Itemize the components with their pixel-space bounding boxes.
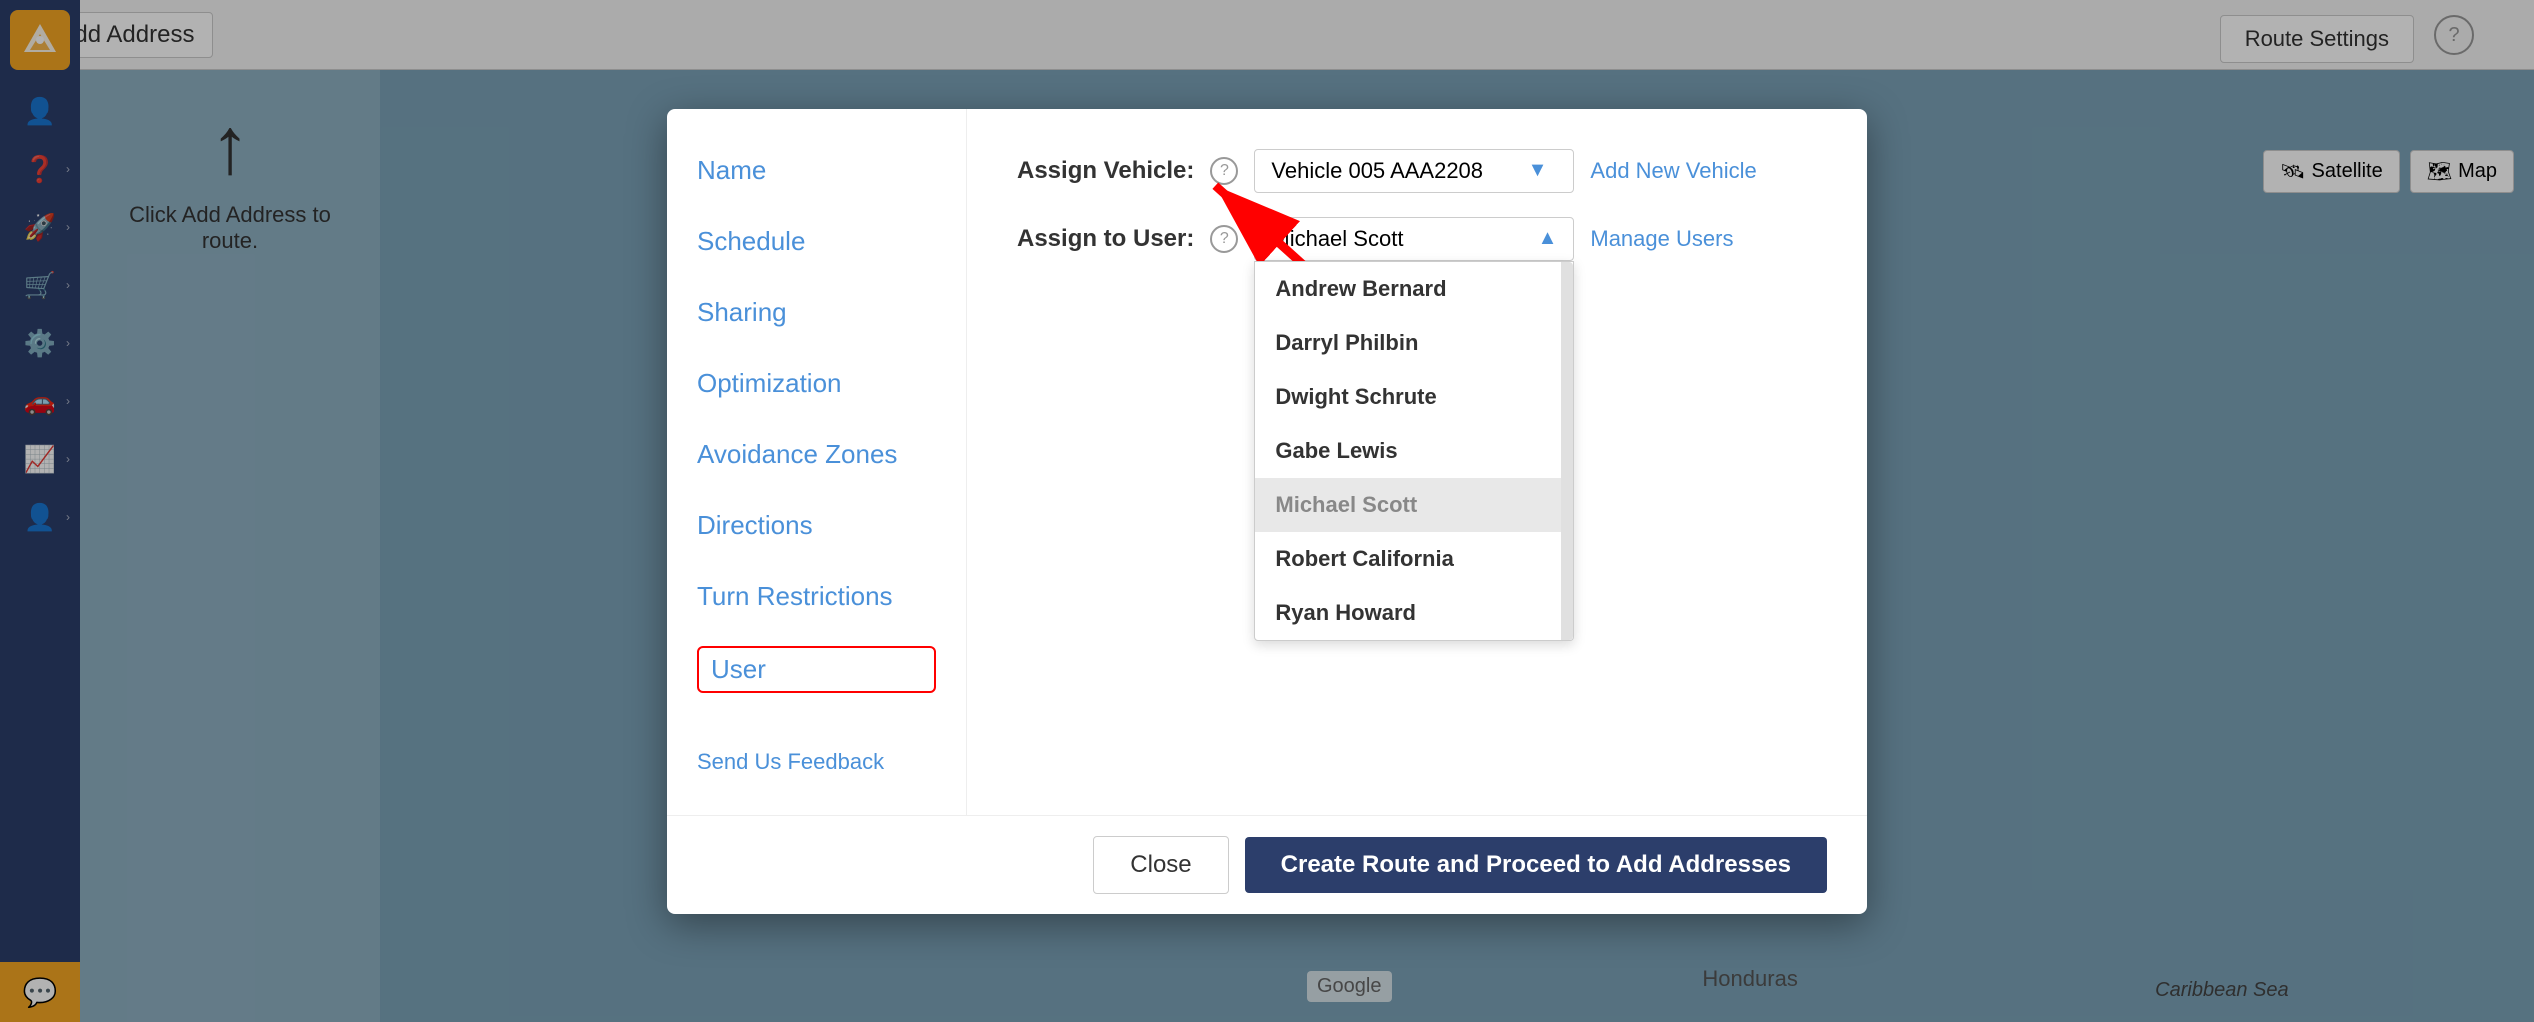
vehicle-dropdown-arrow: ▼	[1528, 159, 1548, 182]
user-option-dwight[interactable]: Dwight Schrute	[1255, 370, 1573, 424]
add-new-vehicle-link[interactable]: Add New Vehicle	[1590, 158, 1756, 184]
assign-vehicle-row: Assign Vehicle: ? Vehicle 005 AAA2208 ▼ …	[1017, 149, 1817, 193]
vehicle-selected-value: Vehicle 005 AAA2208	[1271, 158, 1483, 184]
assign-user-label: Assign to User:	[1017, 225, 1194, 253]
nav-item-sharing[interactable]: Sharing	[697, 291, 936, 334]
user-option-robert[interactable]: Robert California	[1255, 532, 1573, 586]
nav-item-schedule[interactable]: Schedule	[697, 220, 936, 263]
dropdown-scrollbar[interactable]	[1561, 262, 1573, 640]
nav-item-optimization[interactable]: Optimization	[697, 362, 936, 405]
user-select-dropdown[interactable]: Michael Scott ▲	[1254, 217, 1574, 261]
user-dropdown-arrow: ▲	[1538, 227, 1558, 250]
user-option-andrew[interactable]: Andrew Bernard	[1255, 262, 1573, 316]
send-feedback-link[interactable]: Send Us Feedback	[697, 749, 936, 775]
modal-footer: Close Create Route and Proceed to Add Ad…	[667, 815, 1867, 914]
nav-item-user[interactable]: User	[697, 646, 936, 693]
modal-body: Name Schedule Sharing Optimization Avoid…	[667, 109, 1867, 815]
modal-nav: Name Schedule Sharing Optimization Avoid…	[667, 109, 967, 815]
user-dropdown-list: Andrew Bernard Darryl Philbin Dwight Sch…	[1254, 261, 1574, 641]
user-selected-value: Michael Scott	[1271, 226, 1403, 252]
manage-users-link[interactable]: Manage Users	[1590, 226, 1733, 252]
vehicle-select-dropdown[interactable]: Vehicle 005 AAA2208 ▼	[1254, 149, 1574, 193]
modal-overlay: Name Schedule Sharing Optimization Avoid…	[0, 0, 2534, 1022]
user-help-icon[interactable]: ?	[1210, 225, 1238, 253]
user-option-darryl[interactable]: Darryl Philbin	[1255, 316, 1573, 370]
close-button[interactable]: Close	[1093, 836, 1228, 894]
user-option-ryan[interactable]: Ryan Howard	[1255, 586, 1573, 640]
user-select-container: Michael Scott ▲ Andrew Bernard Darryl Ph…	[1254, 217, 1574, 261]
vehicle-help-icon[interactable]: ?	[1210, 157, 1238, 185]
create-route-button[interactable]: Create Route and Proceed to Add Addresse…	[1245, 837, 1827, 893]
route-settings-modal: Name Schedule Sharing Optimization Avoid…	[667, 109, 1867, 914]
assign-vehicle-label: Assign Vehicle:	[1017, 157, 1194, 185]
user-option-gabe[interactable]: Gabe Lewis	[1255, 424, 1573, 478]
nav-item-name[interactable]: Name	[697, 149, 936, 192]
nav-item-avoidance-zones[interactable]: Avoidance Zones	[697, 433, 936, 476]
modal-main-content: Assign Vehicle: ? Vehicle 005 AAA2208 ▼ …	[967, 109, 1867, 815]
assign-user-row: Assign to User: ? Michael Scott ▲ Andrew…	[1017, 217, 1817, 261]
user-option-michael[interactable]: Michael Scott	[1255, 478, 1573, 532]
nav-item-directions[interactable]: Directions	[697, 504, 936, 547]
nav-item-turn-restrictions[interactable]: Turn Restrictions	[697, 575, 936, 618]
